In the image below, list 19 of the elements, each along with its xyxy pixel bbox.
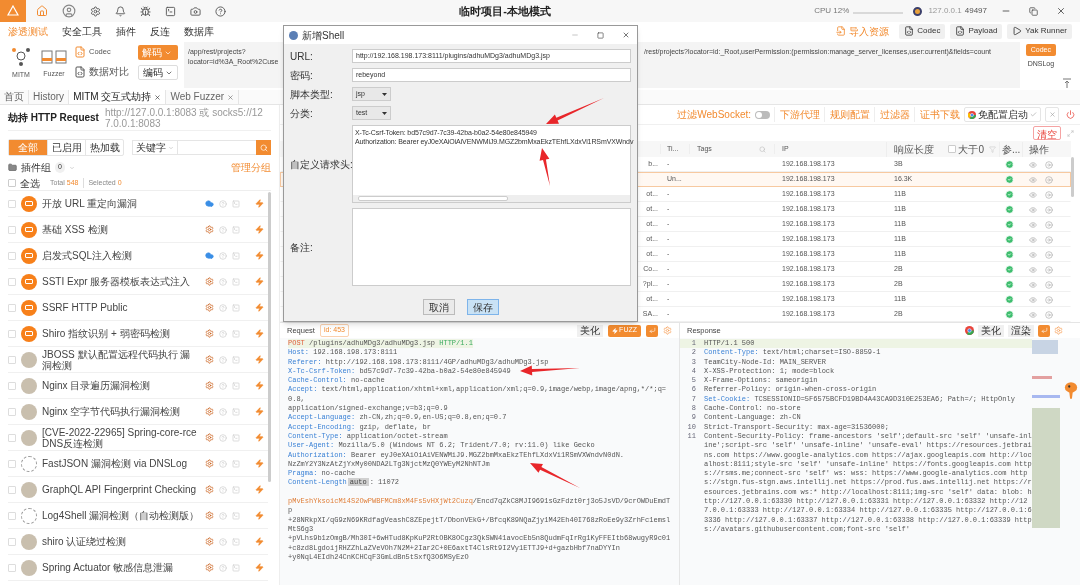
window-title: 临时项目-本地模式	[459, 3, 551, 19]
field-label: 分类:	[290, 106, 314, 121]
filter-label: 大于0	[958, 142, 984, 157]
address-label: 127.0.0.1	[928, 5, 962, 17]
field-label: 脚本类型:	[290, 87, 334, 102]
proxy-address: http://127.0.0.1:8083 或 socks5://127.0.0.1:8083	[104, 106, 264, 129]
group-label: 插件组	[21, 161, 51, 175]
field-label: 密码:	[290, 68, 314, 83]
column-header: 操作	[1022, 141, 1071, 157]
field-label: 自定义请求头:	[290, 157, 352, 172]
port-label: 49497	[964, 5, 987, 17]
field-label: URL:	[290, 49, 314, 64]
column-header: 参...	[999, 141, 1022, 157]
dialog-title: 新增Shell	[302, 28, 346, 43]
select-all-label: 全选	[20, 176, 40, 191]
websocket-label: 过滤WebSocket:	[677, 108, 751, 122]
panel-title: 劫持 HTTP Request	[8, 111, 99, 125]
cpu-label: CPU 12%	[814, 5, 850, 17]
column-header: 响应长度	[894, 142, 935, 157]
